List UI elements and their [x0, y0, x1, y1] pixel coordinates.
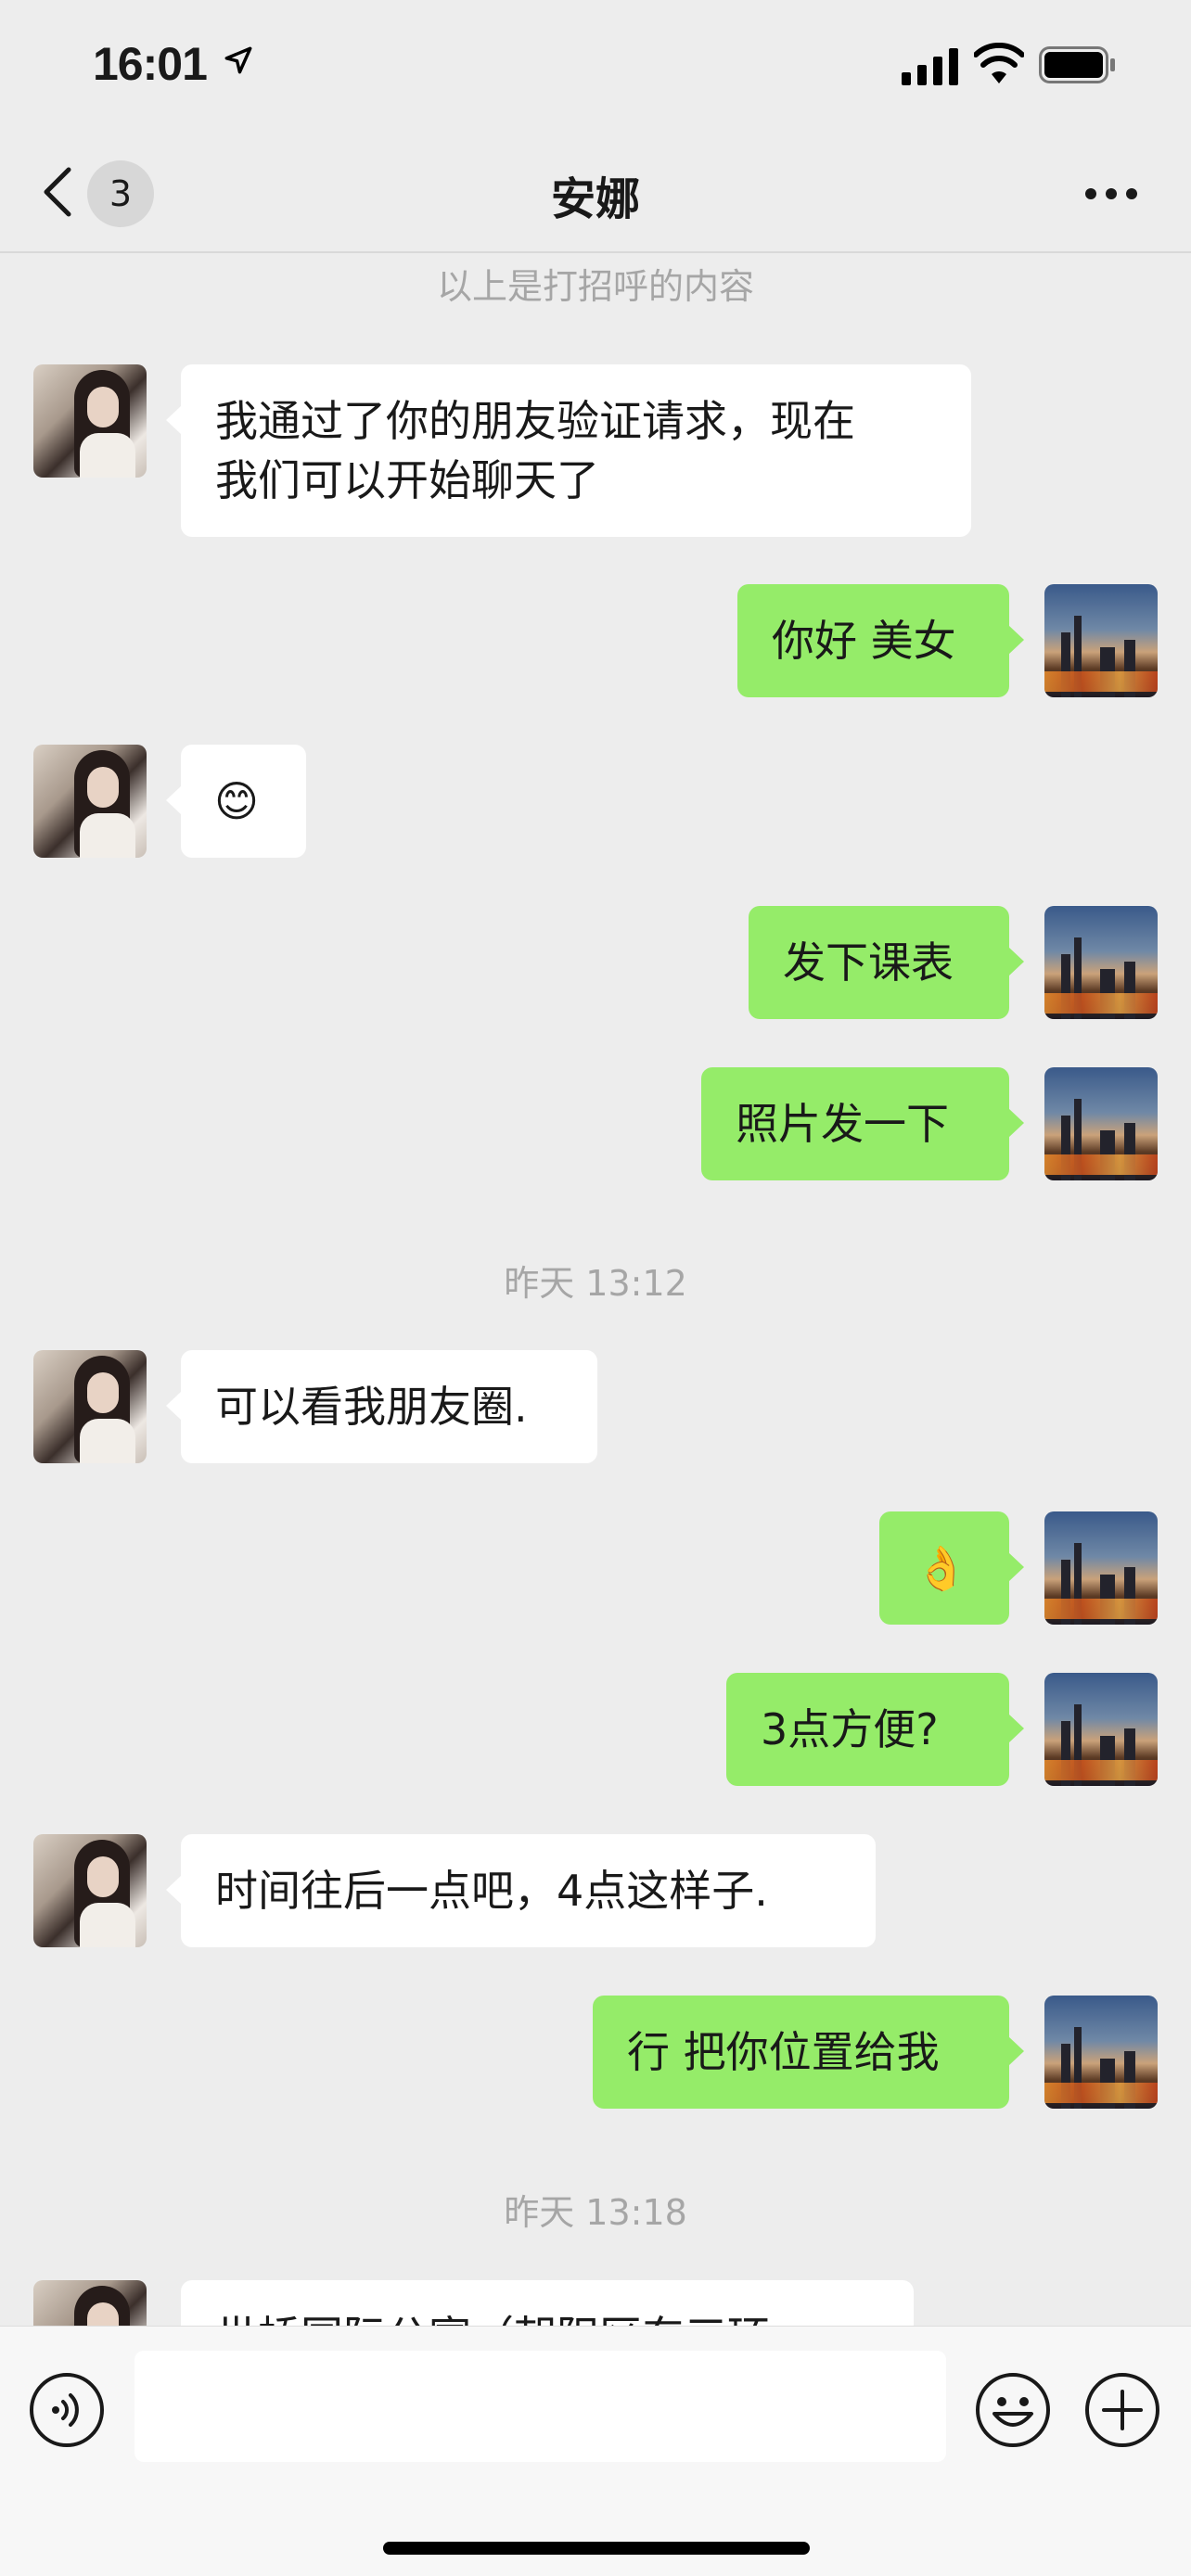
timestamp: 昨天 13:18	[504, 2192, 687, 2233]
nav-bar: 3 安娜	[0, 134, 1191, 253]
emoji-icon[interactable]	[974, 2371, 1052, 2449]
my-avatar[interactable]	[1044, 1673, 1158, 1786]
status-time: 16:01	[93, 38, 208, 90]
contact-avatar[interactable]	[33, 1350, 147, 1463]
contact-avatar[interactable]	[33, 1834, 147, 1947]
plus-icon[interactable]	[1083, 2371, 1161, 2449]
status-bar: 16:01	[0, 0, 1191, 134]
input-bar	[0, 2326, 1191, 2576]
chat-area[interactable]: 以上是打招呼的内容 我通过了你的朋友验证请求，现在 我们可以开始聊天了 你好 美…	[0, 253, 1191, 2326]
wifi-icon	[974, 43, 1024, 83]
message-bubble-received[interactable]: 😊	[166, 745, 306, 858]
location-arrow-icon	[224, 46, 252, 74]
my-avatar[interactable]	[1044, 906, 1158, 1019]
my-avatar[interactable]	[1044, 1996, 1158, 2109]
message-bubble-received[interactable]: 我通过了你的朋友验证请求，现在 我们可以开始聊天了	[166, 364, 971, 537]
message-bubble-received[interactable]: 时间往后一点吧，4点这样子.	[166, 1834, 876, 1947]
message-bubble-sent[interactable]: 你好 美女	[737, 584, 1024, 697]
message-bubble-sent[interactable]: 3点方便?	[726, 1673, 1024, 1786]
message-bubble-sent[interactable]: 发下课表	[749, 906, 1024, 1019]
my-avatar[interactable]	[1044, 1067, 1158, 1180]
contact-avatar[interactable]	[33, 2280, 147, 2326]
message-bubble-sent[interactable]: 照片发一下	[701, 1067, 1024, 1180]
chat-title: 安娜	[550, 173, 640, 225]
my-avatar[interactable]	[1044, 1511, 1158, 1625]
message-bubble-received[interactable]: 世桥国际公寓（朝阳区东三环...	[181, 2280, 914, 2326]
battery-icon	[1039, 46, 1115, 83]
contact-avatar[interactable]	[33, 745, 147, 858]
message-input[interactable]	[134, 2351, 946, 2462]
message-bubble-sent[interactable]: 行 把你位置给我	[593, 1996, 1024, 2109]
voice-icon[interactable]	[28, 2371, 106, 2449]
my-avatar[interactable]	[1044, 584, 1158, 697]
more-dots-icon[interactable]	[1083, 186, 1139, 201]
greeting-note: 以上是打招呼的内容	[436, 266, 754, 307]
message-bubble-sent[interactable]: 👌	[879, 1511, 1024, 1625]
home-indicator[interactable]	[383, 2542, 810, 2555]
contact-avatar[interactable]	[33, 364, 147, 478]
timestamp: 昨天 13:12	[504, 1263, 687, 1304]
message-bubble-received[interactable]: 可以看我朋友圈.	[166, 1350, 597, 1463]
cellular-signal-icon	[902, 48, 958, 85]
